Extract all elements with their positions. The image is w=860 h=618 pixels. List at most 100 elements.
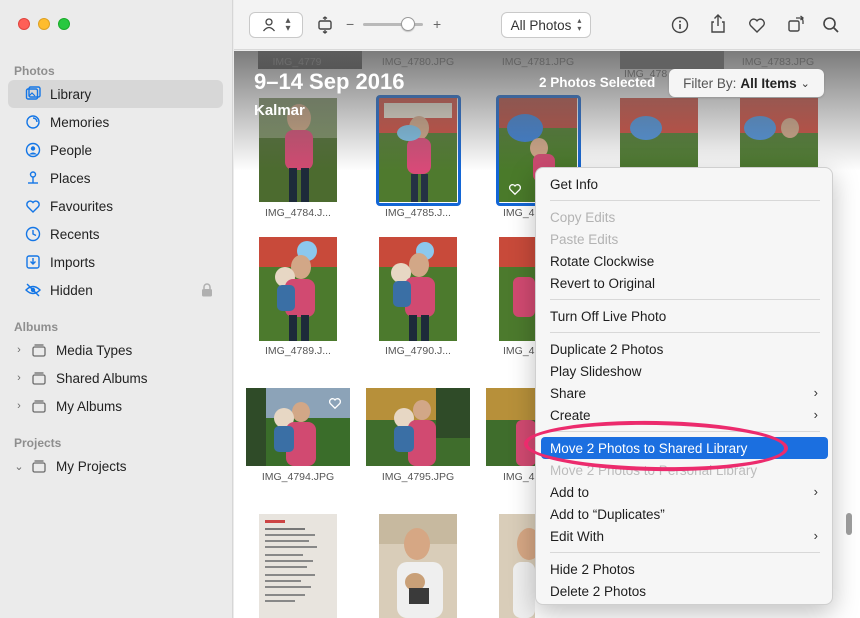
sidebar-item-label: People (50, 142, 93, 158)
selection-border (376, 95, 461, 206)
chevron-right-icon: › (813, 528, 818, 543)
photo-filename: IMG_4781.JPG (501, 56, 575, 68)
search-button[interactable] (821, 15, 841, 35)
photo-thumbnail[interactable] (486, 388, 536, 466)
rotate-icon (788, 15, 805, 32)
photo-thumbnail[interactable] (246, 388, 350, 466)
sidebar-item-label: Media Types (56, 342, 133, 358)
sidebar-item-people[interactable]: People (8, 136, 223, 164)
menu-item-rotate-clockwise[interactable]: Rotate Clockwise (541, 250, 828, 272)
zoom-slider-knob[interactable] (401, 17, 415, 31)
info-button[interactable] (670, 15, 690, 35)
chevron-right-icon: › (813, 407, 818, 422)
sidebar-item-shared-albums[interactable]: › Shared Albums (8, 364, 223, 392)
share-button[interactable] (708, 13, 728, 35)
section-header-photos: Photos (14, 64, 55, 78)
chevron-right-icon[interactable]: › (12, 344, 26, 356)
menu-item-turn-off-live-photo[interactable]: Turn Off Live Photo (541, 305, 828, 327)
clock-icon (24, 225, 42, 243)
photo-filename: IMG_4785.J... (385, 207, 451, 219)
menu-item-duplicate[interactable]: Duplicate 2 Photos (541, 338, 828, 360)
menu-item-add-to-duplicates[interactable]: Add to “Duplicates” (541, 503, 828, 525)
sidebar-item-imports[interactable]: Imports (8, 248, 223, 276)
sidebar-item-label: Library (50, 86, 92, 102)
filter-by-button[interactable]: Filter By: All Items ⌄ (669, 69, 824, 97)
context-menu: Get Info Copy Edits Paste Edits Rotate C… (535, 167, 833, 605)
folder-stack-icon (30, 341, 48, 359)
library-icon (24, 85, 42, 103)
photo-thumbnail[interactable] (366, 388, 470, 466)
aspect-toggle-button[interactable] (314, 14, 336, 36)
heart-icon (24, 197, 42, 215)
sidebar-item-label: My Albums (56, 398, 123, 414)
menu-separator (550, 332, 820, 333)
sidebar-item-my-projects[interactable]: ⌄ My Projects (8, 452, 223, 480)
sidebar-item-label: Imports (50, 254, 96, 270)
sidebar-item-hidden[interactable]: Hidden (8, 276, 223, 304)
photo-thumbnail[interactable] (259, 237, 337, 341)
menu-item-copy-edits[interactable]: Copy Edits (541, 206, 828, 228)
menu-item-add-to[interactable]: Add to › (541, 481, 828, 503)
chevron-down-icon[interactable]: ⌄ (12, 460, 26, 473)
menu-item-play-slideshow[interactable]: Play Slideshow (541, 360, 828, 382)
folder-stack-icon (30, 369, 48, 387)
folder-stack-icon (30, 457, 48, 475)
moment-location[interactable]: Kalmar (254, 102, 305, 119)
sidebar-item-label: Places (50, 170, 91, 186)
zoom-in-button[interactable]: + (433, 16, 441, 32)
menu-item-label: Add to (550, 484, 590, 500)
menu-item-paste-edits[interactable]: Paste Edits (541, 228, 828, 250)
chevron-right-icon[interactable]: › (12, 400, 26, 412)
folder-stack-icon (30, 397, 48, 415)
eye-slash-icon (24, 281, 42, 299)
rotate-button[interactable] (786, 14, 806, 34)
photo-thumbnail[interactable] (499, 237, 535, 341)
sidebar-item-memories[interactable]: Memories (8, 108, 223, 136)
minimize-window-button[interactable] (38, 18, 50, 30)
heart-icon (329, 398, 341, 410)
menu-item-label: Share (550, 385, 587, 401)
heart-icon (749, 18, 765, 33)
zoom-out-button[interactable]: − (346, 16, 354, 32)
photo-filename: IMG_4780.JPG (381, 56, 455, 68)
places-icon (24, 169, 42, 187)
favourite-button[interactable] (747, 15, 767, 35)
photo-filename: IMG_4795.JPG (381, 471, 455, 483)
moment-date-title: 9–14 Sep 2016 (254, 69, 405, 94)
photo-thumbnail[interactable] (379, 237, 457, 341)
sidebar-item-recents[interactable]: Recents (8, 220, 223, 248)
menu-item-hide[interactable]: Hide 2 Photos (541, 558, 828, 580)
sidebar-item-favourites[interactable]: Favourites (8, 192, 223, 220)
people-filter-button[interactable]: ▴ ▾ (249, 12, 303, 38)
sidebar-item-library[interactable]: Library (8, 80, 223, 108)
menu-item-share[interactable]: Share › (541, 382, 828, 404)
menu-item-get-info[interactable]: Get Info (541, 173, 828, 195)
view-select[interactable]: All Photos ▴ ▾ (501, 12, 591, 38)
person-icon (263, 18, 276, 32)
search-icon (823, 17, 839, 33)
filter-value: All Items (740, 75, 797, 91)
menu-item-revert-to-original[interactable]: Revert to Original (541, 272, 828, 294)
menu-separator (550, 200, 820, 201)
sidebar-item-places[interactable]: Places (8, 164, 223, 192)
photo-thumbnail[interactable] (620, 51, 724, 69)
photo-filename: IMG_4790.J... (385, 345, 451, 357)
sidebar-item-media-types[interactable]: › Media Types (8, 336, 223, 364)
menu-separator (550, 299, 820, 300)
chevron-right-icon[interactable]: › (12, 372, 26, 384)
chevron-updown-icon: ▴ ▾ (577, 16, 582, 33)
photo-thumbnail[interactable] (499, 514, 535, 618)
filter-label: Filter By: (683, 75, 737, 91)
grid-scrollbar[interactable] (846, 513, 852, 535)
zoom-window-button[interactable] (58, 18, 70, 30)
menu-item-delete[interactable]: Delete 2 Photos (541, 580, 828, 602)
photo-thumbnail[interactable] (259, 514, 337, 618)
close-window-button[interactable] (18, 18, 30, 30)
photo-thumbnail[interactable] (379, 514, 457, 618)
section-header-projects: Projects (14, 436, 62, 450)
photo-filename: IMG_4789.J... (265, 345, 331, 357)
view-select-value: All Photos (510, 17, 572, 33)
menu-item-edit-with[interactable]: Edit With › (541, 525, 828, 547)
sidebar-item-my-albums[interactable]: › My Albums (8, 392, 223, 420)
sidebar: Photos Library Memories People Places Fa… (0, 0, 233, 618)
